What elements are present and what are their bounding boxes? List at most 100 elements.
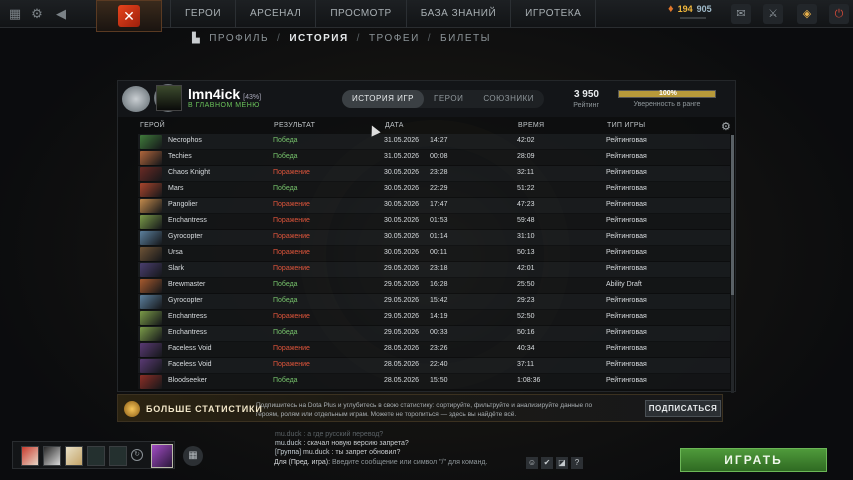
match-row[interactable]: Enchantress Поражение 30.05.2026 01:53 59:48… (138, 214, 730, 230)
party-slot-3[interactable] (65, 446, 83, 466)
refresh-icon[interactable]: ↻ (131, 449, 143, 461)
self-avatar[interactable] (151, 444, 173, 468)
column-game-type[interactable]: ТИП ИГРЫ (607, 122, 645, 129)
nav-heroes[interactable]: ГЕРОИ (170, 0, 235, 28)
crumb-tickets[interactable]: БИЛЕТЫ (440, 33, 491, 44)
match-time: 00:33 (430, 329, 448, 336)
avatar[interactable] (156, 85, 182, 111)
match-row[interactable]: Gyrocopter Поражение 30.05.2026 01:14 31:10 Р… (138, 230, 730, 246)
emoji-icon[interactable]: ☺ (526, 457, 538, 469)
player-name: lmn4ick (188, 86, 241, 102)
chat-channel[interactable]: Для (Пред. игра): (274, 459, 330, 466)
match-row[interactable]: Enchantress Победа 29.05.2026 00:33 50:16 Рей… (138, 326, 730, 342)
column-hero[interactable]: ГЕРОЙ (140, 122, 165, 129)
match-row[interactable]: Necrophos Победа 31.05.2026 14:27 42:02 Рейти… (138, 134, 730, 150)
match-date: 29.05.2026 (384, 297, 420, 304)
dota-plus-promo: БОЛЬШЕ СТАТИСТИКИ Подпишитесь на Dota Pl… (117, 394, 723, 422)
back-arrow-icon[interactable]: ◀ (52, 5, 70, 23)
match-row[interactable]: Faceless Void Поражение 28.05.2026 22:40 37:… (138, 358, 730, 374)
match-row[interactable]: Chaos Knight Поражение 30.05.2026 23:28 32:1… (138, 166, 730, 182)
crumb-history[interactable]: ИСТОРИЯ (289, 33, 348, 44)
party-slot-empty[interactable] (87, 446, 105, 466)
currency-bar (680, 17, 706, 19)
match-row[interactable]: Slark Поражение 29.05.2026 23:18 42:01 Рейтин… (138, 262, 730, 278)
nav-armory[interactable]: АРСЕНАЛ (235, 0, 315, 28)
check-icon[interactable]: ✔ (541, 457, 553, 469)
match-date: 31.05.2026 (384, 137, 420, 144)
column-duration[interactable]: ВРЕМЯ (518, 122, 544, 129)
hero-portrait (140, 247, 162, 261)
match-row[interactable]: Bloodseeker Победа 28.05.2026 15:50 1:08:36 Р… (138, 374, 730, 390)
party-bar: ↻ (12, 441, 175, 469)
scrollbar[interactable] (731, 135, 734, 393)
dashboard-icon[interactable]: ⚔ (763, 4, 783, 24)
match-date: 30.05.2026 (384, 169, 420, 176)
nav-arcade[interactable]: ИГРОТЕКА (510, 0, 597, 28)
player-status: В ГЛАВНОМ МЕНЮ (188, 102, 260, 109)
tab-heroes[interactable]: ГЕРОИ (424, 90, 473, 108)
match-result: Поражение (273, 201, 310, 208)
scroll-thumb[interactable] (731, 135, 734, 295)
rating-label: Рейтинг (573, 102, 599, 109)
dota-logo-button[interactable]: ✕ (96, 0, 162, 32)
party-slot-2[interactable] (43, 446, 61, 466)
chat-wheel-icon[interactable]: ◪ (556, 457, 568, 469)
promo-title: БОЛЬШЕ СТАТИСТИКИ (146, 404, 263, 414)
tab-allies[interactable]: СОЮЗНИКИ (473, 90, 544, 108)
hero-portrait (140, 135, 162, 149)
crumb-profile[interactable]: ПРОФИЛЬ (209, 33, 269, 44)
power-icon[interactable]: ⏻ (829, 4, 849, 24)
column-result[interactable]: РЕЗУЛЬТАТ (274, 122, 315, 129)
columns-settings-gear-icon[interactable]: ⚙ (721, 120, 731, 133)
party-slot-1[interactable] (21, 446, 39, 466)
mail-icon[interactable]: ✉ (731, 4, 751, 24)
match-time: 15:50 (430, 377, 448, 384)
nav-knowledge-base[interactable]: БАЗА ЗНАНИЙ (405, 0, 510, 28)
chat-author[interactable]: [Группа] (275, 449, 301, 456)
hero-portrait (140, 311, 162, 325)
match-result: Поражение (273, 361, 310, 368)
rating-value: 3 950 (573, 89, 599, 100)
match-row[interactable]: Ursa Поражение 30.05.2026 00:11 50:13 Рейтинг… (138, 246, 730, 262)
dota-plus-icon[interactable]: ◈ (797, 4, 817, 24)
match-row[interactable]: Techies Победа 31.05.2026 00:08 28:09 Рейтинг… (138, 150, 730, 166)
subscribe-button[interactable]: ПОДПИСАТЬСЯ (645, 400, 721, 417)
match-date: 29.05.2026 (384, 281, 420, 288)
column-date[interactable]: ДАТА (385, 122, 404, 129)
match-row[interactable]: Enchantress Поражение 29.05.2026 14:19 52:50… (138, 310, 730, 326)
match-date: 28.05.2026 (384, 361, 420, 368)
hero-name: Faceless Void (168, 361, 212, 368)
match-duration: 50:13 (517, 249, 535, 256)
hero-portrait (140, 375, 162, 389)
match-result: Поражение (273, 313, 310, 320)
game-type: Рейтинговая (606, 185, 647, 192)
rank-medal-icon (122, 86, 150, 112)
help-icon[interactable]: ? (571, 457, 583, 469)
party-slot-empty[interactable] (109, 446, 127, 466)
nav-watch[interactable]: ПРОСМОТР (315, 0, 405, 28)
tab-match-history[interactable]: ИСТОРИЯ ИГР (342, 90, 425, 108)
match-time: 22:29 (430, 185, 448, 192)
play-button[interactable]: ИГРАТЬ (680, 448, 827, 472)
match-row[interactable]: Pangolier Поражение 30.05.2026 17:47 47:23 Ре… (138, 198, 730, 214)
match-row[interactable]: Mars Победа 30.05.2026 22:29 51:22 Рейтингова… (138, 182, 730, 198)
crumb-trophies[interactable]: ТРОФЕИ (369, 33, 420, 44)
party-menu-icon[interactable]: ▦ (183, 446, 203, 466)
match-result: Поражение (273, 265, 310, 272)
player-name-wrap: lmn4ick [43%] (188, 86, 261, 102)
hero-name: Brewmaster (168, 281, 206, 288)
settings-gear-icon[interactable]: ⚙ (28, 5, 46, 23)
match-duration: 31:10 (517, 233, 535, 240)
match-row[interactable]: Faceless Void Поражение 28.05.2026 23:26 40:… (138, 342, 730, 358)
match-result: Поражение (273, 169, 310, 176)
match-row[interactable]: Gyrocopter Победа 29.05.2026 15:42 29:23 Рейт… (138, 294, 730, 310)
chat-author[interactable]: mu.duck (275, 440, 301, 447)
match-result: Победа (273, 377, 298, 384)
hero-portrait (140, 199, 162, 213)
menu-icon[interactable]: ▦ (6, 5, 24, 23)
match-row[interactable]: Brewmaster Победа 29.05.2026 16:28 25:50 Abil… (138, 278, 730, 294)
hero-name: Faceless Void (168, 345, 212, 352)
chat-line: mu.duck : скачал новую версию запрета? (275, 439, 555, 448)
currency-display[interactable]: ♦ 194 905 (668, 4, 712, 19)
match-date: 30.05.2026 (384, 249, 420, 256)
